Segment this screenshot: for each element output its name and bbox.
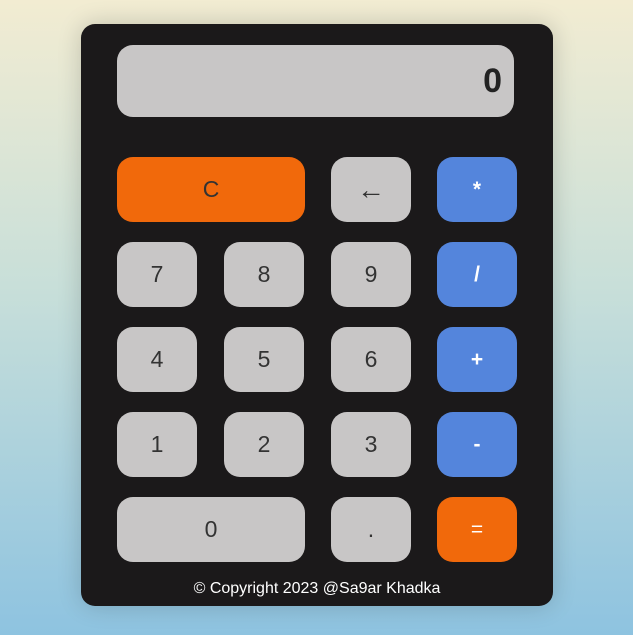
digit-8-button[interactable]: 8 bbox=[224, 242, 304, 307]
digit-0-button[interactable]: 0 bbox=[117, 497, 305, 562]
digit-7-button[interactable]: 7 bbox=[117, 242, 197, 307]
calculator-display: 0 bbox=[117, 45, 514, 117]
decimal-button[interactable]: . bbox=[331, 497, 411, 562]
digit-3-button[interactable]: 3 bbox=[331, 412, 411, 477]
divide-button[interactable]: / bbox=[437, 242, 517, 307]
backspace-button[interactable]: ← bbox=[331, 157, 411, 222]
digit-1-button[interactable]: 1 bbox=[117, 412, 197, 477]
digit-4-button[interactable]: 4 bbox=[117, 327, 197, 392]
digit-6-button[interactable]: 6 bbox=[331, 327, 411, 392]
digit-2-button[interactable]: 2 bbox=[224, 412, 304, 477]
display-value: 0 bbox=[483, 61, 502, 100]
digit-9-button[interactable]: 9 bbox=[331, 242, 411, 307]
multiply-button[interactable]: * bbox=[437, 157, 517, 222]
equals-button[interactable]: = bbox=[437, 497, 517, 562]
calculator: 0 C ← * 7 8 9 / 4 5 6 + 1 2 3 - 0 . = © … bbox=[81, 24, 553, 606]
copyright-text: © Copyright 2023 @Sa9ar Khadka bbox=[193, 580, 441, 597]
add-button[interactable]: + bbox=[437, 327, 517, 392]
subtract-button[interactable]: - bbox=[437, 412, 517, 477]
digit-5-button[interactable]: 5 bbox=[224, 327, 304, 392]
clear-button[interactable]: C bbox=[117, 157, 305, 222]
